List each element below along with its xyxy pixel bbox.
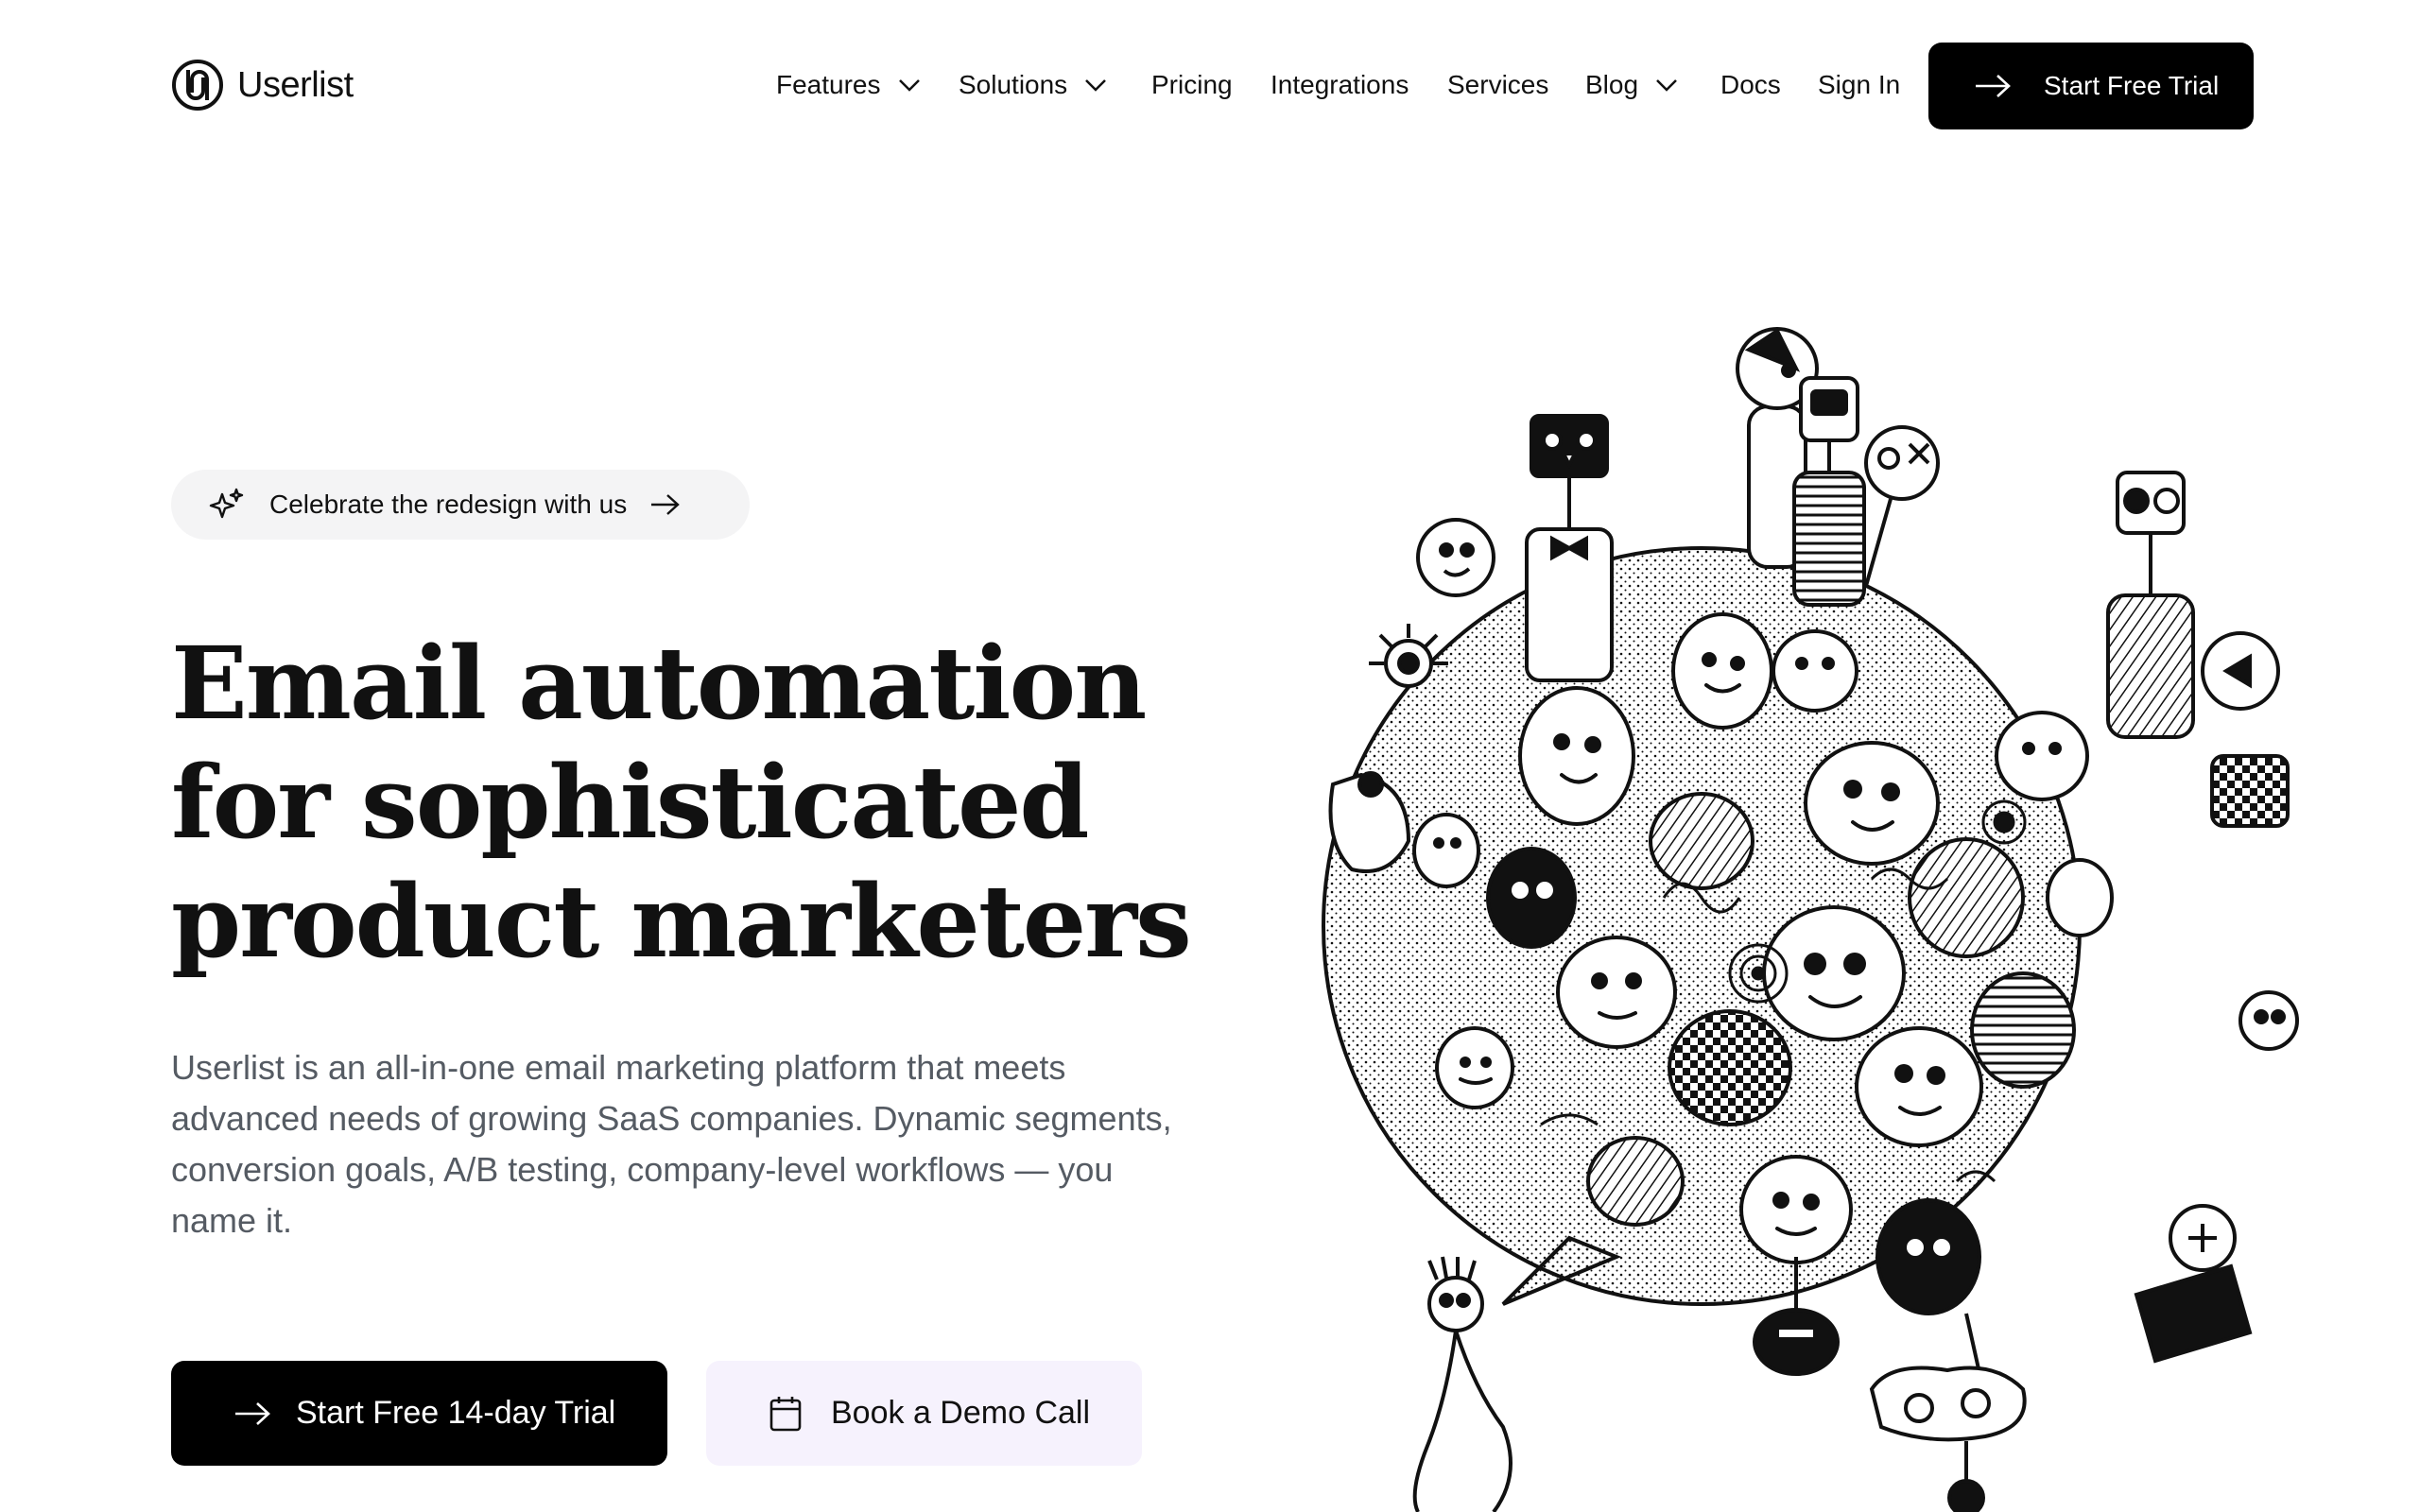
main-nav: Features Solutions Pricing Integrations … xyxy=(0,0,2420,170)
chevron-down-icon xyxy=(1085,79,1107,92)
sparkles-icon xyxy=(209,488,244,519)
nav-solutions[interactable]: Solutions xyxy=(959,66,1107,104)
nav-docs-label: Docs xyxy=(1720,70,1781,99)
book-demo-label: Book a Demo Call xyxy=(831,1395,1091,1431)
nav-features-label: Features xyxy=(776,70,881,99)
headline-line: product marketers xyxy=(171,862,1192,980)
badge-text: Celebrate the redesign with us xyxy=(269,490,628,519)
arrow-right-icon xyxy=(1976,75,2011,97)
nav-docs[interactable]: Docs xyxy=(1720,66,1781,104)
sign-in-link[interactable]: Sign In xyxy=(1818,66,1900,104)
nav-pricing[interactable]: Pricing xyxy=(1151,66,1233,104)
start-free-trial-button[interactable]: Start Free Trial xyxy=(1928,43,2254,129)
hero-illustration xyxy=(1322,327,2299,1512)
calendar-icon xyxy=(769,1396,802,1431)
hero-subtitle: Userlist is an all-in-one email marketin… xyxy=(171,1048,1172,1240)
sign-in-label: Sign In xyxy=(1818,70,1901,99)
nav-features[interactable]: Features xyxy=(776,66,921,104)
headline-line: Email automation xyxy=(171,624,1147,742)
start-trial-button[interactable]: Start Free 14-day Trial xyxy=(171,1361,667,1466)
nav-services-label: Services xyxy=(1447,70,1549,99)
start-trial-label: Start Free 14-day Trial xyxy=(296,1395,616,1431)
book-demo-button[interactable]: Book a Demo Call xyxy=(706,1361,1142,1466)
start-free-trial-label: Start Free Trial xyxy=(2044,71,2220,100)
nav-solutions-label: Solutions xyxy=(959,70,1068,99)
nav-integrations[interactable]: Integrations xyxy=(1270,66,1409,104)
chevron-down-icon xyxy=(898,79,920,92)
nav-integrations-label: Integrations xyxy=(1270,70,1409,99)
nav-services[interactable]: Services xyxy=(1447,66,1548,104)
announcement-badge[interactable]: Celebrate the redesign with us xyxy=(171,470,750,540)
chevron-down-icon xyxy=(1656,79,1677,92)
hero-headline: Email automation for sophisticated produ… xyxy=(171,624,1211,981)
nav-pricing-label: Pricing xyxy=(1151,70,1233,99)
arrow-right-icon xyxy=(235,1401,270,1425)
nav-blog-label: Blog xyxy=(1585,70,1639,99)
nav-blog[interactable]: Blog xyxy=(1585,66,1678,104)
arrow-right-icon xyxy=(651,494,681,515)
headline-line: for sophisticated xyxy=(171,743,1090,861)
